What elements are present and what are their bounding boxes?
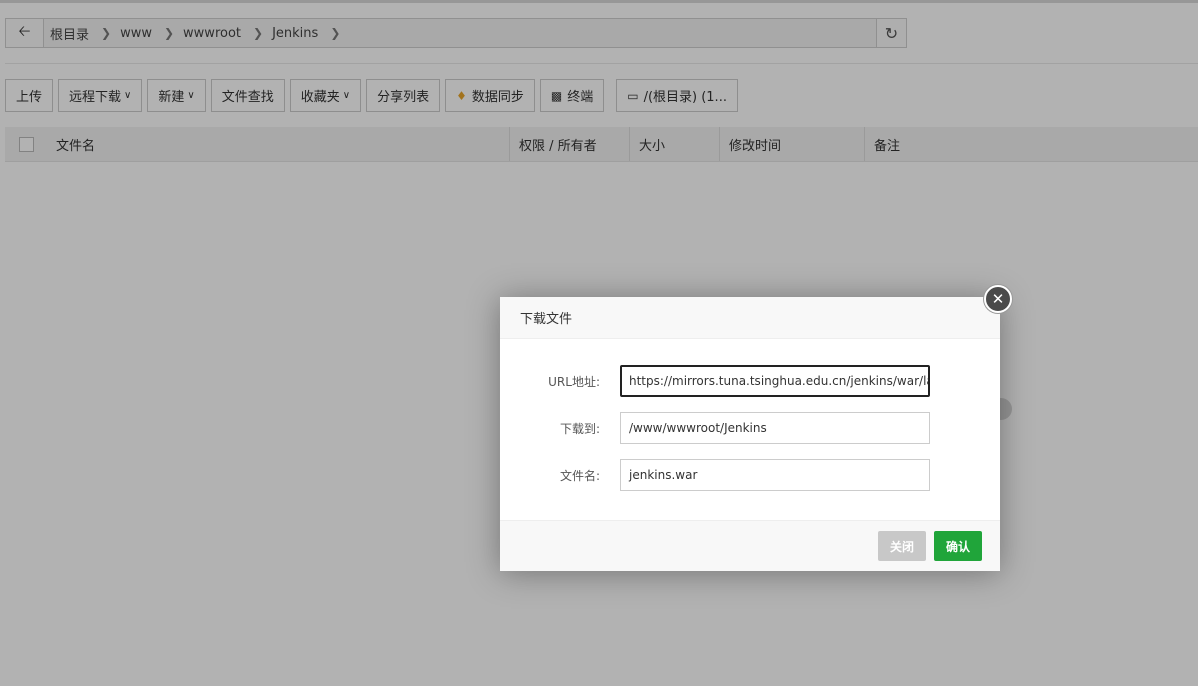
destination-label: 下载到:: [559, 421, 600, 436]
url-row: URL地址: https://mirrors.tuna.tsinghua.edu…: [500, 365, 1000, 397]
close-button[interactable]: 关闭: [878, 531, 927, 561]
filename-input[interactable]: jenkins.war: [620, 459, 930, 491]
download-file-dialog: 下载文件 URL地址: https://mirrors.tuna.tsinghu…: [500, 297, 1000, 571]
filename-label: 文件名:: [559, 468, 600, 483]
url-input[interactable]: https://mirrors.tuna.tsinghua.edu.cn/jen…: [620, 365, 930, 397]
dialog-close-icon[interactable]: ✕: [984, 285, 1012, 313]
url-label: URL地址:: [548, 374, 600, 389]
destination-row: 下载到: /www/wwwroot/Jenkins: [500, 412, 1000, 444]
destination-input[interactable]: /www/wwwroot/Jenkins: [620, 412, 930, 444]
dialog-body: URL地址: https://mirrors.tuna.tsinghua.edu…: [500, 339, 1000, 520]
confirm-button[interactable]: 确认: [934, 531, 983, 561]
dialog-footer: 关闭 确认: [500, 520, 1000, 571]
dialog-title: 下载文件: [500, 297, 1000, 339]
filename-row: 文件名: jenkins.war: [500, 459, 1000, 491]
